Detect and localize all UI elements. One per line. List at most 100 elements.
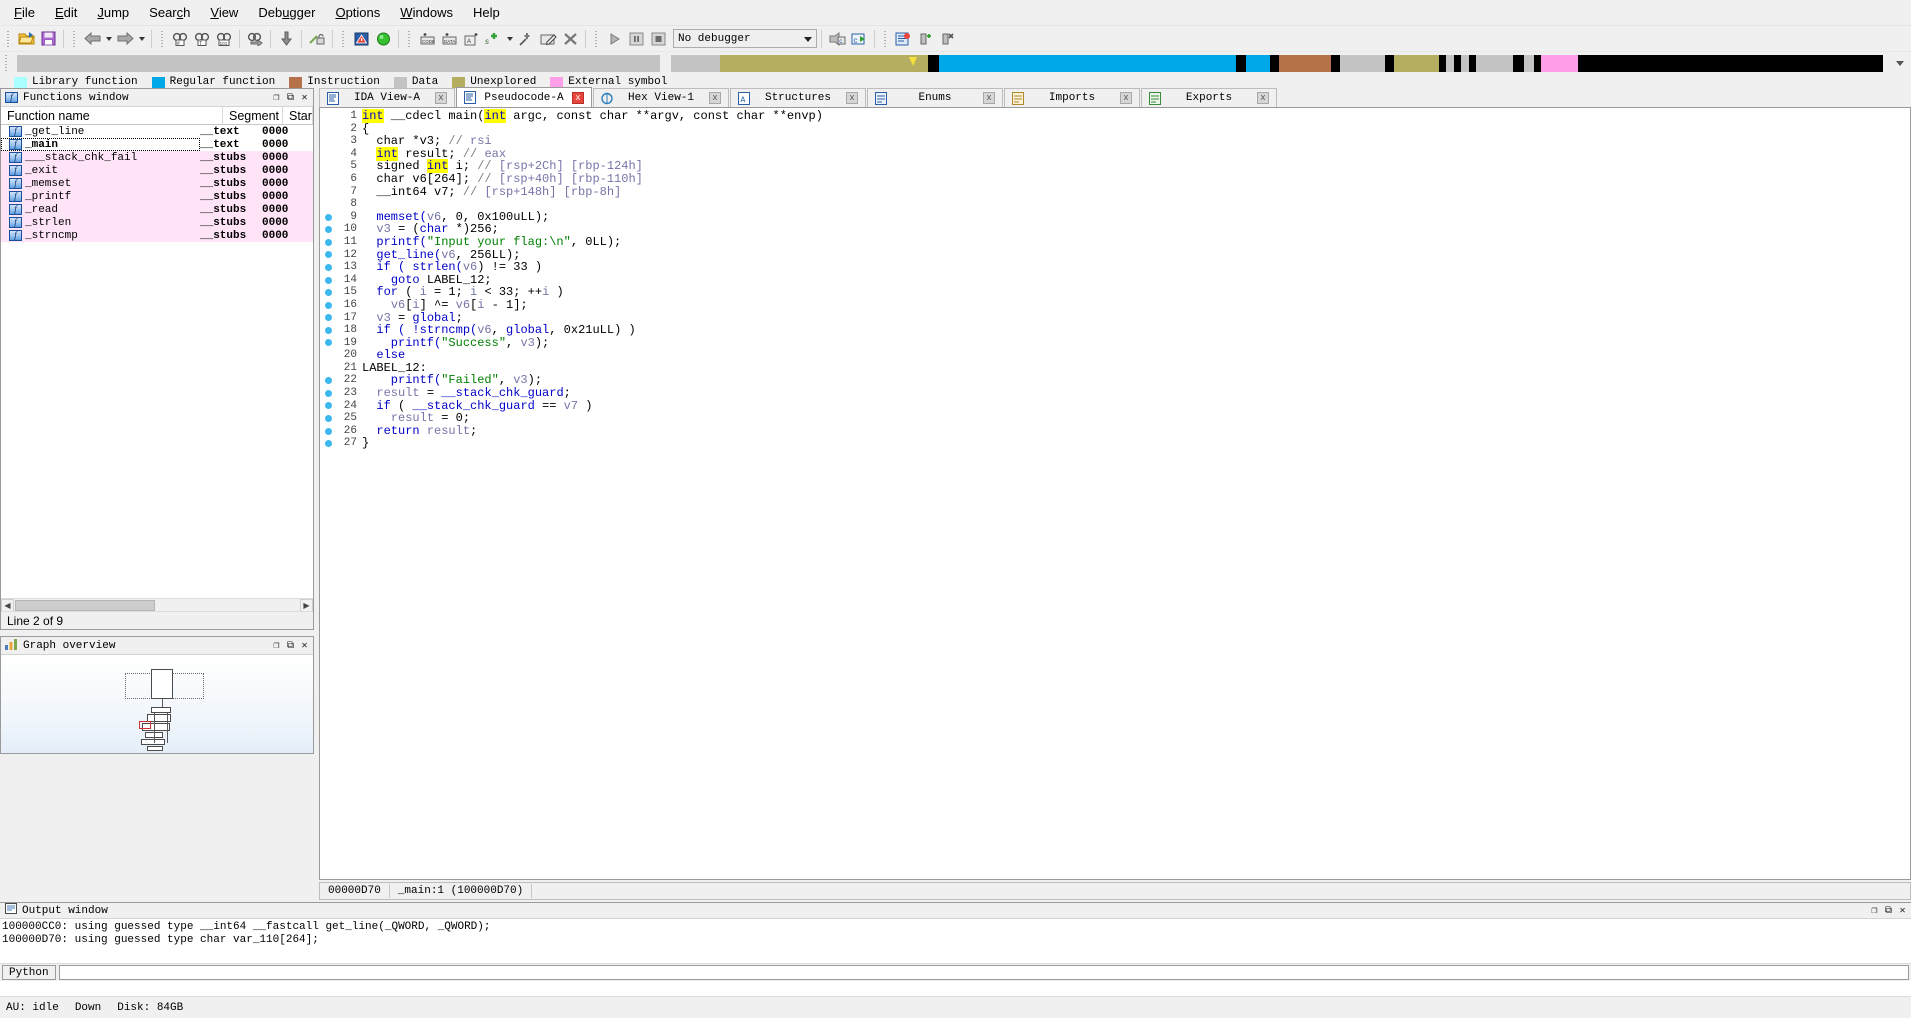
function-name-cell[interactable]: f _memset — [1, 177, 200, 190]
navband-segment[interactable] — [1331, 54, 1341, 72]
forward-dropdown-icon[interactable] — [136, 28, 147, 50]
menu-item-windows[interactable]: Windows — [390, 2, 463, 24]
navband-overflow-icon[interactable] — [1889, 61, 1911, 66]
close-icon[interactable]: ✕ — [298, 91, 311, 104]
function-name-cell[interactable]: f _get_line — [1, 125, 200, 138]
run-to-cursor-icon[interactable] — [603, 28, 625, 50]
scroll-left-icon[interactable]: ◀ — [1, 598, 14, 612]
function-name-cell[interactable]: f _printf — [1, 190, 200, 203]
tab-hex-view-1[interactable]: Hex View-1 x — [593, 88, 729, 107]
code-line[interactable]: 27} — [320, 437, 1910, 450]
function-name-cell[interactable]: f ___stack_chk_fail — [1, 151, 200, 164]
breakpoint-marker-icon[interactable] — [320, 377, 336, 385]
navband-segment[interactable] — [938, 54, 1237, 72]
make-code-icon[interactable]: CODE — [416, 28, 438, 50]
functions-table-row[interactable]: f ___stack_chk_fail __stubs 0000 — [1, 151, 313, 164]
navigate-back-icon[interactable] — [81, 28, 103, 50]
functions-table-row[interactable]: f _strlen __stubs 0000 — [1, 216, 313, 229]
close-icon[interactable]: ✕ — [298, 639, 311, 652]
toolbar-grip-5[interactable] — [406, 30, 413, 48]
close-tab-icon[interactable]: x — [1257, 92, 1269, 104]
search-number-icon[interactable]: 101 — [213, 28, 235, 50]
breakpoint-marker-icon[interactable] — [320, 314, 336, 322]
navband-segment[interactable] — [1269, 54, 1280, 72]
breakpoint-marker-icon[interactable] — [320, 251, 336, 259]
code-line-text[interactable]: __int64 v7; // [rsp+148h] [rbp-8h] — [358, 185, 621, 199]
close-icon[interactable]: ✕ — [1896, 904, 1909, 917]
toolbar-grip-4[interactable] — [340, 30, 347, 48]
pseudocode-view[interactable]: 1 int __cdecl main(int argc, const char *… — [319, 107, 1911, 880]
code-line[interactable]: 19 printf("Success", v3); — [320, 336, 1910, 350]
code-line[interactable]: 25 result = 0; — [320, 412, 1910, 425]
code-line-text[interactable]: } — [358, 437, 369, 450]
close-tab-icon[interactable]: x — [1120, 92, 1132, 104]
tab-imports[interactable]: Imports x — [1004, 88, 1140, 107]
function-name-cell[interactable]: f _main — [1, 138, 200, 151]
jump-to-icon[interactable] — [244, 28, 266, 50]
script-input[interactable] — [58, 965, 1909, 980]
minimize-icon[interactable]: ❐ — [270, 639, 283, 652]
delete-icon[interactable] — [559, 28, 581, 50]
code-line[interactable]: 11 printf("Input your flag:\n", 0LL); — [320, 236, 1910, 249]
toolbar-grip-2[interactable] — [71, 30, 78, 48]
edit-icon[interactable] — [537, 28, 559, 50]
code-line[interactable]: 8 — [320, 198, 1910, 211]
functions-table-row[interactable]: f _read __stubs 0000 — [1, 203, 313, 216]
make-data-icon[interactable]: DATA — [438, 28, 460, 50]
code-line[interactable]: 3 char *v3; // rsi — [320, 135, 1910, 148]
breakpoint-marker-icon[interactable] — [320, 213, 336, 221]
navband-segment[interactable] — [927, 54, 939, 72]
navband-segment[interactable] — [1236, 54, 1246, 72]
navband-segment[interactable] — [1453, 54, 1462, 72]
graph-overview-canvas[interactable] — [1, 655, 313, 753]
stop-icon[interactable] — [647, 28, 669, 50]
breakpoint-marker-icon[interactable] — [320, 263, 336, 271]
function-name-cell[interactable]: f _strncmp — [1, 229, 200, 242]
warning-icon[interactable] — [350, 28, 372, 50]
make-ascii-icon[interactable]: A — [460, 28, 482, 50]
toolbar-grip-3[interactable] — [159, 30, 166, 48]
breakpoint-marker-icon[interactable] — [320, 226, 336, 234]
functions-horizontal-scrollbar[interactable]: ◀ ▶ — [1, 598, 313, 612]
menu-item-jump[interactable]: Jump — [87, 2, 139, 24]
scroll-right-icon[interactable]: ▶ — [300, 598, 313, 612]
close-tab-icon[interactable]: x — [846, 92, 858, 104]
close-tab-icon[interactable]: x — [572, 91, 584, 104]
navband-grip[interactable] — [3, 54, 10, 72]
navigate-forward-icon[interactable] — [114, 28, 136, 50]
open-file-icon[interactable] — [15, 28, 37, 50]
column-header-segment[interactable]: Segment — [223, 107, 283, 124]
minimize-icon[interactable]: ❐ — [270, 91, 283, 104]
navband-segment[interactable] — [1394, 54, 1439, 72]
function-name-cell[interactable]: f _read — [1, 203, 200, 216]
code-line[interactable]: 20 else — [320, 349, 1910, 362]
navband-segment[interactable] — [1446, 54, 1454, 72]
restore-icon[interactable]: ⧉ — [284, 91, 297, 104]
unlock-icon[interactable] — [306, 28, 328, 50]
menu-item-edit[interactable]: Edit — [45, 2, 87, 24]
search-text-icon[interactable]: T — [191, 28, 213, 50]
functions-table-body[interactable]: f _get_line __text 0000 f _main __text 0000 f ___… — [1, 125, 313, 242]
navigation-band[interactable] — [17, 54, 1883, 72]
menu-item-debugger[interactable]: Debugger — [248, 2, 325, 24]
code-line[interactable]: 12 get_line(v6, 256LL); — [320, 248, 1910, 262]
code-line[interactable]: 7 __int64 v7; // [rsp+148h] [rbp-8h] — [320, 185, 1910, 199]
tab-exports[interactable]: Exports x — [1141, 88, 1277, 107]
code-line[interactable]: 21 LABEL_12: — [320, 362, 1910, 375]
breakpoint-marker-icon[interactable] — [320, 427, 336, 435]
breakpoint-marker-icon[interactable] — [320, 415, 336, 423]
breakpoint-marker-icon[interactable] — [320, 276, 336, 284]
save-icon[interactable] — [37, 28, 59, 50]
code-line[interactable]: 24 if ( __stack_chk_guard == v7 ) — [320, 399, 1910, 413]
code-line[interactable]: 2{ — [320, 122, 1910, 136]
breakpoint-marker-icon[interactable] — [320, 389, 336, 397]
navband-segment[interactable] — [1524, 54, 1534, 72]
functions-table-row[interactable]: f _printf __stubs 0000 — [1, 190, 313, 203]
breakpoint-marker-icon[interactable] — [320, 301, 336, 309]
functions-table-row[interactable]: f _get_line __text 0000 — [1, 125, 313, 138]
tab-pseudocode-a[interactable]: Pseudocode-A x — [456, 87, 592, 107]
code-line-text[interactable]: return result; — [358, 425, 477, 438]
restore-icon[interactable]: ⧉ — [284, 639, 297, 652]
navband-segment[interactable] — [1578, 54, 1883, 72]
navband-segment[interactable] — [671, 54, 720, 72]
